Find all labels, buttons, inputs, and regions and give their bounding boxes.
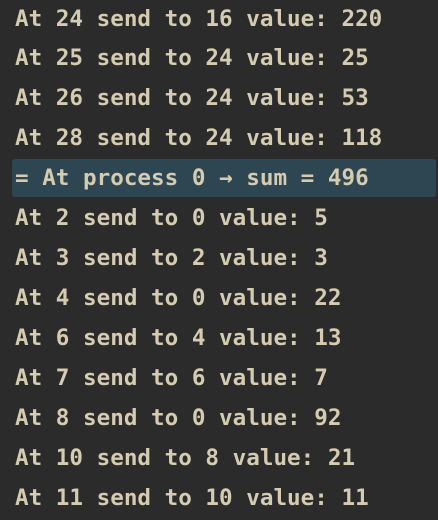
console-line: At 2 send to 0 value: 5	[15, 205, 328, 231]
console-line: At 3 send to 2 value: 3	[15, 245, 328, 271]
console-line: At 24 send to 16 value: 220	[15, 6, 383, 32]
result-text: = At process 0 → sum = 496	[15, 165, 369, 191]
console-line: At 10 send to 8 value: 21	[15, 445, 356, 471]
console-line: At 28 send to 24 value: 118	[15, 125, 383, 151]
console-line: At 6 send to 4 value: 13	[15, 325, 342, 351]
console-line: At 4 send to 0 value: 22	[15, 285, 342, 311]
console-line: At 8 send to 0 value: 92	[15, 405, 342, 431]
highlighted-result-line[interactable]: = At process 0 → sum = 496	[12, 159, 436, 197]
console-output[interactable]: At 24 send to 16 value: 220 At 25 send t…	[0, 0, 438, 520]
console-line: At 25 send to 24 value: 25	[15, 45, 369, 71]
console-line: At 26 send to 24 value: 53	[15, 85, 369, 111]
console-line: At 7 send to 6 value: 7	[15, 365, 328, 391]
console-line: At 11 send to 10 value: 11	[15, 485, 369, 511]
